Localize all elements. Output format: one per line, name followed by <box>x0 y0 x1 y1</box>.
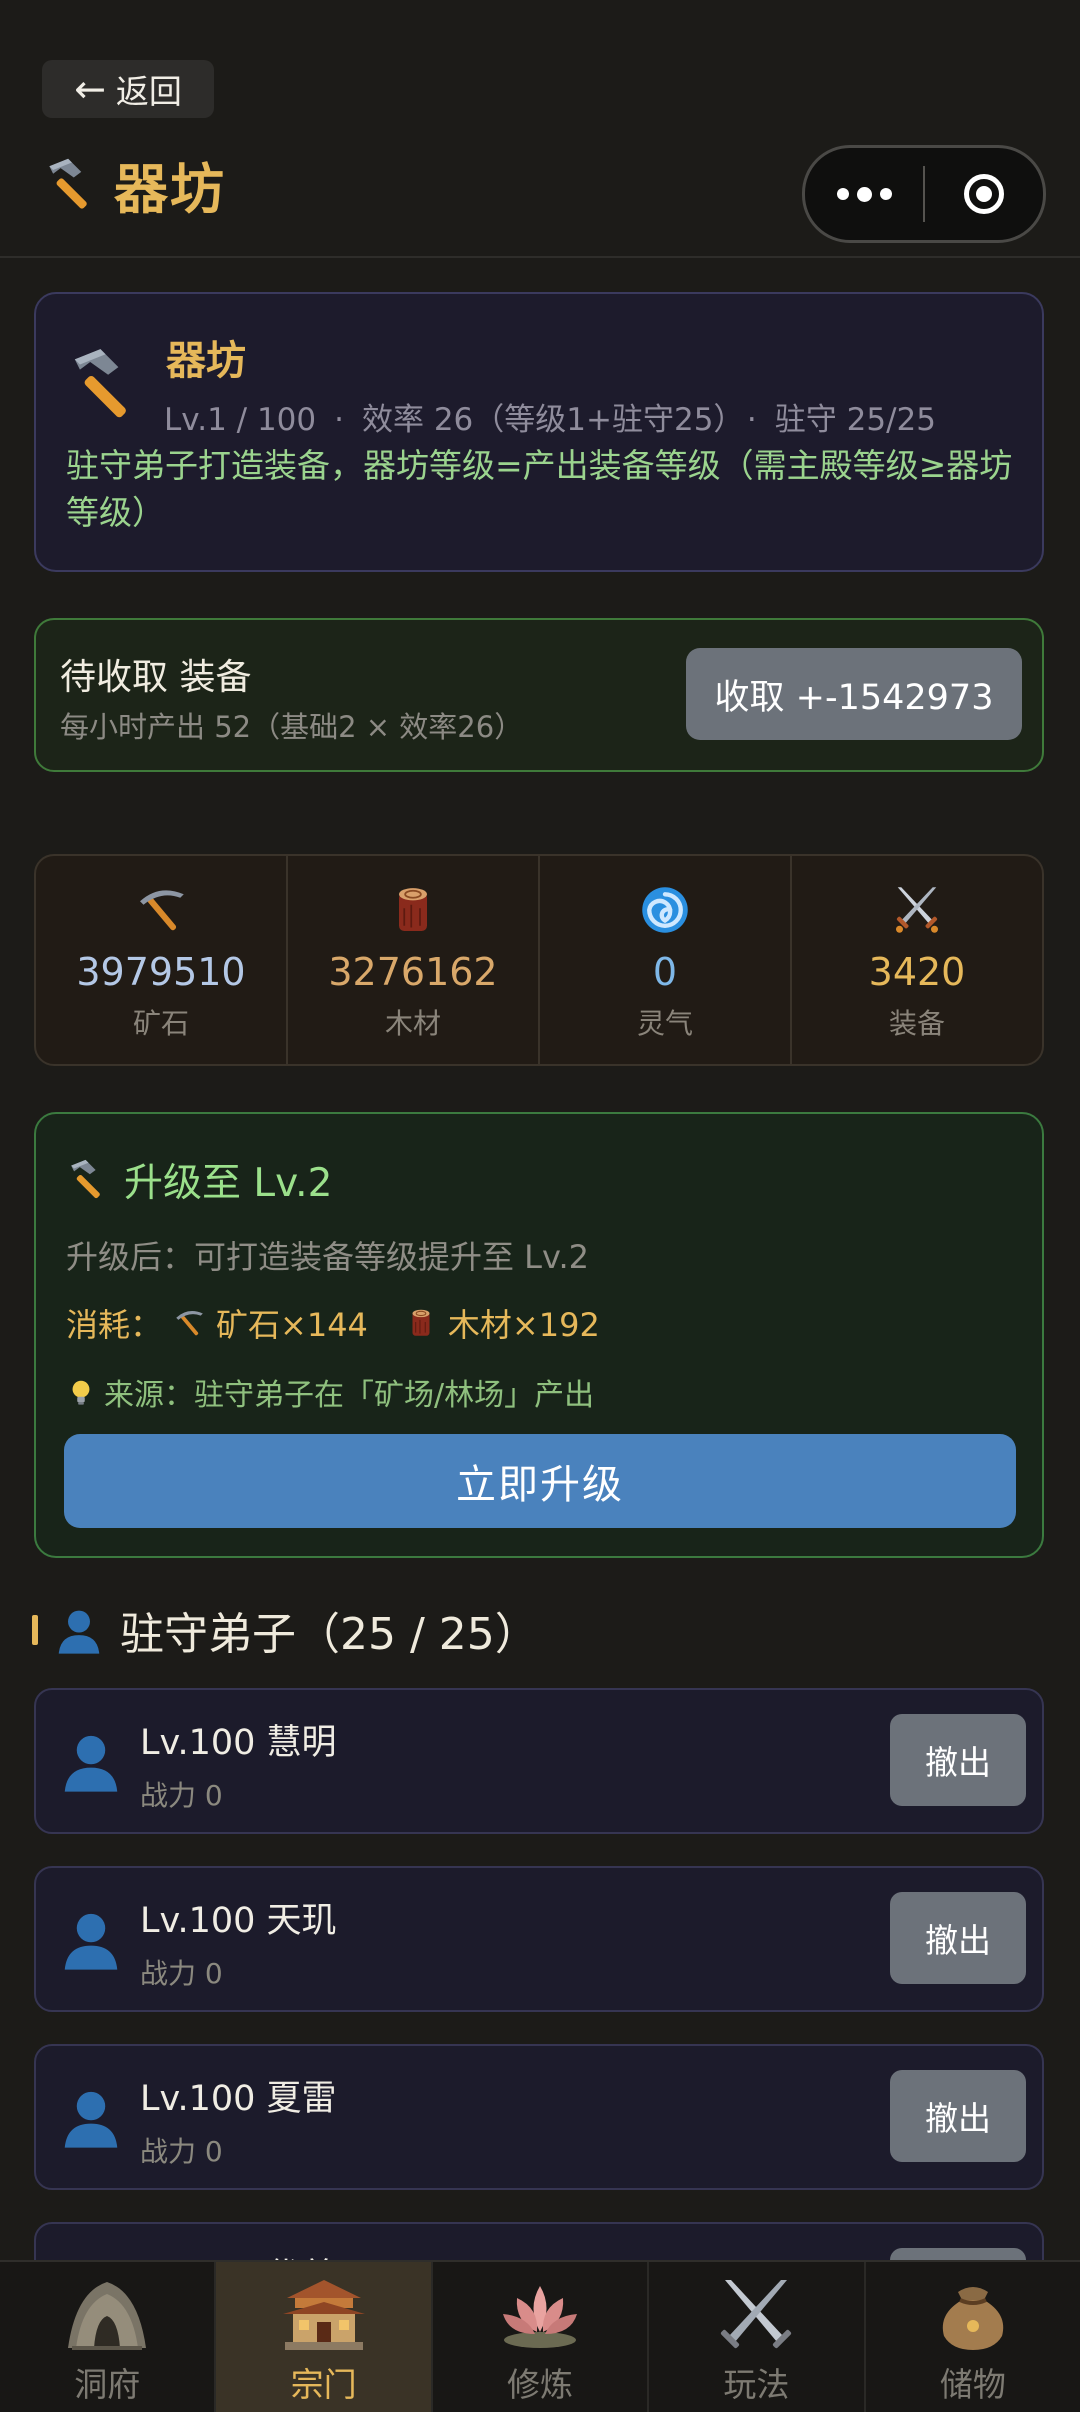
nav-item-cave[interactable]: 洞府 <box>0 2262 214 2412</box>
more-menu-button[interactable] <box>805 186 923 202</box>
collect-button[interactable]: 收取 +-1542973 <box>686 648 1022 740</box>
back-label: 返回 <box>115 72 182 111</box>
nav-item-sect[interactable]: 宗门 <box>214 2262 431 2412</box>
resource-value: 3276162 <box>328 950 498 994</box>
lotus-icon <box>495 2274 585 2352</box>
storage-bag-icon <box>928 2274 1018 2352</box>
upgrade-card: 升级至 Lv.2 升级后：可打造装备等级提升至 Lv.2 消耗： 矿石×144 … <box>34 1112 1044 1558</box>
target-close-icon <box>964 174 1004 214</box>
resource-label: 灵气 <box>636 1007 693 1040</box>
nav-item-play[interactable]: 玩法 <box>647 2262 863 2412</box>
withdraw-button[interactable]: 撤出 <box>890 1892 1026 1984</box>
pickaxe-icon <box>172 1306 206 1340</box>
nav-label: 储物 <box>939 2365 1006 2404</box>
close-miniprogram-button[interactable] <box>925 174 1043 214</box>
wood-icon <box>385 882 441 938</box>
upgrade-title: 升级至 Lv.2 <box>124 1161 333 1206</box>
nav-label: 修炼 <box>507 2365 574 2404</box>
more-dots-icon <box>836 188 849 200</box>
building-name: 器坊 <box>166 338 246 384</box>
miniprogram-capsule <box>802 145 1046 243</box>
resource-value: 3420 <box>868 950 966 994</box>
building-description: 驻守弟子打造装备，器坊等级=产出装备等级（需主殿等级≥器坊等级） <box>66 446 1013 532</box>
nav-item-cultivate[interactable]: 修炼 <box>430 2262 647 2412</box>
more-dots-icon-center <box>856 186 872 202</box>
nav-item-storage[interactable]: 储物 <box>863 2262 1080 2412</box>
more-dots-icon-right <box>879 188 892 200</box>
upgrade-source-hint: 来源：驻守弟子在「矿场/林场」产出 <box>66 1370 594 1414</box>
nav-label: 玩法 <box>723 2365 790 2404</box>
cost-prefix: 消耗： <box>66 1306 163 1344</box>
disciples-section-title: 驻守弟子（25 / 25） <box>32 1598 539 1662</box>
hammer-icon <box>62 344 144 426</box>
cave-icon <box>62 2274 152 2352</box>
pending-subtitle: 每小时产出 52（基础2 × 效率26） <box>60 710 524 744</box>
source-text: 来源：驻守弟子在「矿场/林场」产出 <box>104 1378 595 1413</box>
resource-label: 木材 <box>384 1007 441 1040</box>
disciple-row: Lv.100 天玑 战力 0 撤出 <box>34 1866 1044 2012</box>
section-accent-bar <box>32 1615 38 1645</box>
building-garrison: 驻守 25/25 <box>774 402 936 438</box>
disciple-row: Lv.100 慧明 战力 0 撤出 <box>34 1688 1044 1834</box>
resource-spirit: 0 灵气 <box>538 856 790 1064</box>
nav-label: 宗门 <box>290 2365 357 2404</box>
resource-ore: 3979510 矿石 <box>36 856 286 1064</box>
disciple-power: 战力 0 <box>140 2135 223 2168</box>
meta-separator: · <box>746 402 757 438</box>
person-avatar-icon <box>56 1904 126 1974</box>
back-button[interactable]: ← 返回 <box>42 60 214 118</box>
resource-value: 0 <box>652 950 678 994</box>
disciple-power: 战力 0 <box>140 1957 223 1990</box>
cost-wood: 木材×192 <box>447 1306 600 1344</box>
resource-label: 矿石 <box>132 1007 189 1040</box>
pending-title: 待收取 装备 <box>60 657 252 698</box>
page-header: 器坊 <box>40 145 226 224</box>
disciple-name: Lv.100 天玑 <box>140 1901 337 1941</box>
upgrade-effect-text: 升级后：可打造装备等级提升至 Lv.2 <box>66 1238 589 1276</box>
withdraw-button[interactable]: 撤出 <box>890 2070 1026 2162</box>
back-arrow-icon: ← <box>74 67 106 111</box>
lightbulb-icon <box>66 1377 96 1407</box>
meta-separator: · <box>334 402 344 438</box>
disciple-power: 战力 0 <box>140 1779 223 1812</box>
spirit-swirl-icon <box>637 882 693 938</box>
upgrade-header: 升级至 Lv.2 <box>64 1152 332 1208</box>
person-icon <box>52 1603 106 1657</box>
page-root: { "topbar": { "back_arrow": "←", "back_l… <box>0 0 1080 2412</box>
hammer-icon <box>64 1157 110 1203</box>
wood-icon <box>404 1306 438 1340</box>
building-meta: Lv.1 / 100 · 效率 26（等级1+驻守25） · 驻守 25/25 <box>164 394 936 439</box>
bottom-nav: 洞府 宗门 修炼 玩法 储物 <box>0 2260 1080 2412</box>
building-level: Lv.1 / 100 <box>164 402 317 438</box>
pending-collect-card: 待收取 装备 每小时产出 52（基础2 × 效率26） 收取 +-1542973 <box>34 618 1044 772</box>
hammer-icon <box>40 155 100 215</box>
resource-value: 3979510 <box>76 950 246 994</box>
disciple-row: Lv.100 夏雷 战力 0 撤出 <box>34 2044 1044 2190</box>
person-avatar-icon <box>56 1726 126 1796</box>
page-title: 器坊 <box>114 158 226 221</box>
upgrade-cost: 消耗： 矿石×144 木材×192 <box>66 1300 600 1346</box>
crossed-swords-icon <box>889 882 945 938</box>
resource-panel: 3979510 矿石 3276162 木材 0 灵气 3420 装备 <box>34 854 1044 1066</box>
resource-wood: 3276162 木材 <box>286 856 538 1064</box>
nav-label: 洞府 <box>74 2365 141 2404</box>
section-title-text: 驻守弟子（25 / 25） <box>120 1609 539 1660</box>
resource-equipment: 3420 装备 <box>790 856 1042 1064</box>
crossed-swords-icon <box>711 2274 801 2352</box>
withdraw-button[interactable]: 撤出 <box>890 1714 1026 1806</box>
disciple-name: Lv.100 夏雷 <box>140 2079 337 2119</box>
header-divider <box>0 256 1080 258</box>
person-avatar-icon <box>56 2082 126 2152</box>
pickaxe-icon <box>133 882 189 938</box>
building-efficiency: 效率 26（等级1+驻守25） <box>361 402 729 438</box>
upgrade-now-button[interactable]: 立即升级 <box>64 1434 1016 1528</box>
disciple-name: Lv.100 慧明 <box>140 1723 337 1763</box>
sect-temple-icon <box>279 2274 369 2352</box>
cost-ore: 矿石×144 <box>216 1306 368 1344</box>
resource-label: 装备 <box>888 1007 945 1040</box>
building-info-card: 器坊 Lv.1 / 100 · 效率 26（等级1+驻守25） · 驻守 25/25 驻… <box>34 292 1044 572</box>
